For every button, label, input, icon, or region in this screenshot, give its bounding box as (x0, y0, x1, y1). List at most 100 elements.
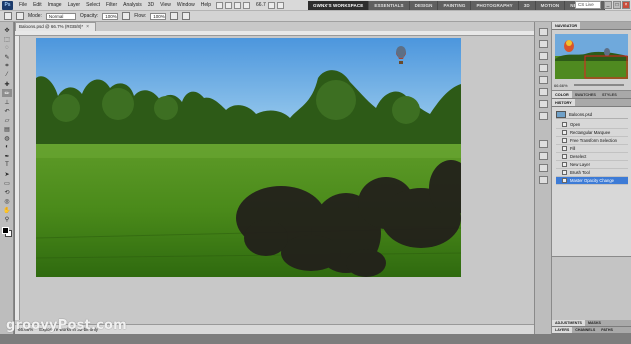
menu-3d[interactable]: 3D (145, 0, 157, 11)
menu-analysis[interactable]: Analysis (120, 0, 145, 11)
flow-field[interactable]: 100% (150, 12, 167, 20)
history-item[interactable]: Fill (556, 145, 628, 153)
airbrush-icon[interactable] (170, 12, 179, 20)
screen-mode-icon[interactable] (276, 1, 284, 9)
tab-layers[interactable]: LAYERS (552, 327, 573, 333)
menu-help[interactable]: Help (198, 0, 214, 11)
tab-swatches[interactable]: SWATCHES (572, 91, 599, 98)
workspace-custom[interactable]: GWNX'S WORKSPACE (308, 1, 370, 10)
brush-panel-icon[interactable] (16, 12, 24, 20)
menu-view[interactable]: View (157, 0, 174, 11)
foreground-color-swatch[interactable] (2, 227, 9, 234)
menu-file[interactable]: File (16, 0, 30, 11)
history-brush-tool-icon[interactable]: ↶ (2, 107, 12, 115)
image-canvas[interactable] (36, 38, 461, 277)
histogram-icon[interactable] (539, 28, 548, 36)
path-select-tool-icon[interactable]: ➤ (2, 170, 12, 178)
crop-tool-icon[interactable]: ⌗ (2, 62, 12, 70)
eraser-tool-icon[interactable]: ▱ (2, 116, 12, 124)
layer-comps-icon[interactable] (539, 152, 548, 160)
history-item[interactable]: New Layer (556, 161, 628, 169)
minibridge-icon[interactable] (225, 1, 233, 9)
history-snapshot[interactable]: Baloons.psd (556, 110, 628, 119)
tools-panel: ✥ ⬚ ◌ ✎ ⌗ ⁄ ✚ ✏ ⊥ ↶ ▱ ▤ ◍ ◐ ✒ T ➤ ▭ ⟲ ◎ … (0, 22, 14, 334)
3d-orbit-tool-icon[interactable]: ◎ (2, 197, 12, 205)
opacity-field[interactable]: 100% (102, 12, 119, 20)
menu-edit[interactable]: Edit (30, 0, 45, 11)
3d-rotate-tool-icon[interactable]: ⟲ (2, 188, 12, 196)
minimize-button[interactable]: _ (604, 1, 612, 9)
tab-paths[interactable]: PATHS (598, 327, 616, 333)
tool-presets-icon[interactable] (539, 112, 548, 120)
pressure-opacity-icon[interactable] (122, 12, 131, 20)
menu-select[interactable]: Select (83, 0, 103, 11)
history-item[interactable]: Open (556, 121, 628, 129)
cs-live-field[interactable]: CS Live (575, 1, 601, 9)
menu-image[interactable]: Image (45, 0, 65, 11)
clone-stamp-tool-icon[interactable]: ⊥ (2, 98, 12, 106)
healing-tool-icon[interactable]: ✚ (2, 80, 12, 88)
tab-masks[interactable]: MASKS (585, 320, 604, 326)
history-strip-icon[interactable] (539, 140, 548, 148)
document-tab[interactable]: Baloons.psd @ 66.7% (RGB/8)* × (15, 22, 97, 31)
menu-filter[interactable]: Filter (103, 0, 120, 11)
type-tool-icon[interactable]: T (2, 161, 12, 169)
history-item-label: Open (570, 122, 581, 127)
navigator-zoom[interactable]: 66.66% (554, 83, 568, 88)
tab-styles[interactable]: STYLES (599, 91, 620, 98)
pen-tool-icon[interactable]: ✒ (2, 152, 12, 160)
paragraph-icon[interactable] (539, 88, 548, 96)
close-button[interactable]: × (622, 1, 630, 9)
bridge-icon[interactable] (216, 1, 224, 9)
shape-tool-icon[interactable]: ▭ (2, 179, 12, 187)
tab-channels[interactable]: CHANNELS (572, 327, 598, 333)
move-tool-icon[interactable]: ✥ (2, 26, 12, 34)
clone-source-icon[interactable] (539, 64, 548, 72)
workspace-3d[interactable]: 3D (518, 1, 536, 10)
lasso-tool-icon[interactable]: ◌ (2, 44, 12, 52)
marquee-tool-icon[interactable]: ⬚ (2, 35, 12, 43)
tab-navigator[interactable]: NAVIGATOR (552, 22, 581, 29)
gradient-tool-icon[interactable]: ▤ (2, 125, 12, 133)
3d-panel-icon[interactable] (539, 176, 548, 184)
actions-icon[interactable] (539, 100, 548, 108)
workspace-design[interactable]: DESIGN (409, 1, 439, 10)
workspace-photography[interactable]: PHOTOGRAPHY (471, 1, 519, 10)
menu-window[interactable]: Window (174, 0, 198, 11)
hand-tool-icon[interactable]: ✋ (2, 206, 12, 214)
tab-adjustments[interactable]: ADJUSTMENTS (552, 320, 585, 326)
brush-tool-icon[interactable]: ✏ (2, 89, 12, 97)
hand-icon[interactable] (234, 1, 242, 9)
workspace-essentials[interactable]: ESSENTIALS (369, 1, 410, 10)
close-document-icon[interactable]: × (86, 23, 89, 31)
zoom-tool-icon[interactable]: ⚲ (2, 215, 12, 223)
arrange-icon[interactable] (267, 1, 275, 9)
tab-color[interactable]: COLOR (552, 91, 572, 98)
navigator-zoom-slider[interactable] (574, 84, 624, 86)
tab-history[interactable]: HISTORY (552, 99, 575, 106)
zoom-icon[interactable] (243, 1, 251, 9)
quick-select-tool-icon[interactable]: ✎ (2, 53, 12, 61)
notes-icon[interactable] (539, 164, 548, 172)
snapshot-label: Baloons.psd (569, 111, 593, 117)
workspace-motion[interactable]: MOTION (535, 1, 566, 10)
history-item-selected[interactable]: Master Opacity Change (556, 177, 628, 185)
history-item[interactable]: Deselect (556, 153, 628, 161)
info-icon[interactable] (539, 40, 548, 48)
maximize-button[interactable]: □ (613, 1, 621, 9)
dodge-tool-icon[interactable]: ◐ (2, 143, 12, 151)
pressure-size-icon[interactable] (182, 12, 191, 20)
history-item[interactable]: Brush Tool (556, 169, 628, 177)
zoom-level[interactable]: 66.7 (256, 2, 266, 8)
eyedropper-tool-icon[interactable]: ⁄ (2, 71, 12, 79)
brush-preset-icon[interactable] (4, 12, 12, 20)
navigator-thumbnail[interactable] (555, 34, 628, 79)
blur-tool-icon[interactable]: ◍ (2, 134, 12, 142)
workspace-painting[interactable]: PAINTING (438, 1, 472, 10)
history-item[interactable]: Rectangular Marquee (556, 129, 628, 137)
character-icon[interactable] (539, 76, 548, 84)
brush-panel-strip-icon[interactable] (539, 52, 548, 60)
history-item[interactable]: Free Transform Selection (556, 137, 628, 145)
menu-layer[interactable]: Layer (65, 0, 84, 11)
mode-select[interactable]: Normal (45, 12, 76, 20)
